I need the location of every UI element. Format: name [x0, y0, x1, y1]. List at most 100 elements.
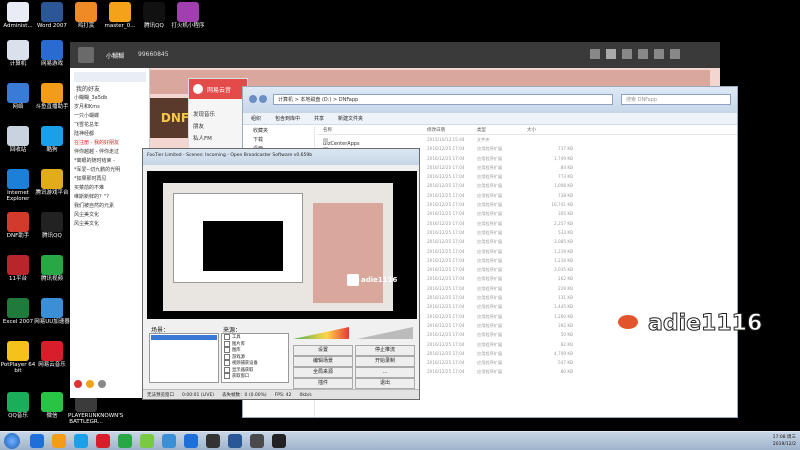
source-checkbox[interactable] [224, 353, 230, 360]
desktop-icon[interactable]: 网易UU加速器 [34, 298, 70, 325]
desktop-icon[interactable]: Excel 2007 [0, 298, 36, 325]
taskbar-app-button[interactable] [96, 434, 110, 448]
desktop-icon[interactable]: 腾讯QQ [136, 2, 172, 29]
qq-search-input[interactable] [74, 72, 146, 82]
edit-scene-button[interactable]: 编辑场景 [293, 356, 353, 367]
plugins-button[interactable]: 插件 [293, 378, 353, 389]
explorer-column-header[interactable]: 名称 [323, 127, 332, 133]
emoji-icon[interactable] [86, 380, 94, 388]
search-input[interactable]: 搜索 DNFapp [621, 94, 731, 105]
home-icon[interactable] [78, 47, 94, 63]
desktop-icon[interactable]: 微信 [34, 392, 70, 419]
qq-friend-item[interactable]: 在注册 - 我的好朋友 [74, 139, 149, 148]
scenes-list[interactable] [149, 333, 219, 383]
desktop-icon[interactable]: Internet Explorer [0, 169, 36, 202]
qq-friend-item[interactable]: 小糊糊_3a5db [74, 94, 149, 103]
qq-friend-item[interactable]: *军爱--切九鹏的光明 [74, 166, 149, 175]
exit-button[interactable]: 退出 [355, 378, 415, 389]
explorer-column-header[interactable]: 大小 [527, 127, 536, 133]
source-checkbox[interactable] [224, 340, 230, 347]
desktop-icon[interactable]: 回收站 [0, 126, 36, 153]
desktop-icon[interactable]: 斗鱼直播助手 [34, 83, 70, 110]
qq-group-header[interactable]: 我的好友 [76, 84, 100, 93]
source-checkbox[interactable] [224, 347, 230, 354]
stop-preview-button[interactable]: 停止推流 [355, 345, 415, 356]
forward-icon[interactable] [259, 95, 267, 103]
explorer-column-header[interactable]: 类型 [477, 127, 486, 133]
gamepad-icon[interactable] [622, 49, 632, 59]
desktop-icon[interactable]: 打火机小程序 [170, 2, 206, 29]
qq-friend-item[interactable]: 我们被自然的元素 [74, 202, 149, 211]
source-item[interactable]: 获取窗口 [222, 373, 288, 380]
desktop-icon[interactable]: 网易云音乐 [34, 341, 70, 368]
qq-friend-item[interactable]: 买菜前的不难 [74, 184, 149, 193]
explorer-toolbar-button[interactable]: 包含到库中 [275, 115, 300, 122]
qq-friend-item[interactable]: 一只小蝴蝶 [74, 112, 149, 121]
qq-friend-item[interactable]: 陆神经都 [74, 130, 149, 139]
explorer-nav-item[interactable]: 下载 [243, 136, 314, 145]
desktop-icon[interactable]: Administ... [0, 2, 36, 29]
explorer-column-header[interactable]: 修改日期 [427, 127, 445, 133]
source-checkbox[interactable] [224, 366, 230, 373]
forward-icon[interactable] [590, 49, 600, 59]
source-checkbox[interactable] [224, 360, 230, 367]
source-checkbox[interactable] [224, 334, 230, 341]
qq-friend-item[interactable]: 伴你越越 - 伴你走过 [74, 148, 149, 157]
global-sources-button[interactable]: 全局来源 [293, 367, 353, 378]
desktop-icon[interactable]: PotPlayer 64 bit [0, 341, 36, 374]
netease-menu-item[interactable]: 发现音乐 [193, 109, 247, 121]
netease-menu-item[interactable]: 朋友 [193, 121, 247, 133]
qq-friend-item[interactable]: 维斯新鲜的？"? [74, 193, 149, 202]
desktop-icon[interactable]: 鸡打赏 [68, 2, 104, 29]
desktop-icon[interactable]: Word 2007 [34, 2, 70, 29]
desktop-icon[interactable]: 腾讯QQ [34, 212, 70, 239]
taskbar-app-button[interactable] [206, 434, 220, 448]
taskbar-app-button[interactable] [228, 434, 242, 448]
desktop-icon[interactable]: 酷狗 [34, 126, 70, 153]
desktop-icon[interactable]: QQ音乐 [0, 392, 36, 419]
gamepad-icon[interactable] [638, 49, 648, 59]
desktop-icon[interactable]: 腾讯游戏平台 [34, 169, 70, 196]
qq-friend-item[interactable]: 飞雪花总年 [74, 121, 149, 130]
scene-item-selected[interactable] [151, 335, 217, 340]
qq-friend-item[interactable]: *离眼的随时结束 - [74, 157, 149, 166]
taskbar-app-button[interactable] [30, 434, 44, 448]
close-icon[interactable] [670, 49, 680, 59]
taskbar-app-button[interactable] [272, 434, 286, 448]
start-record-button[interactable]: 开始录制 [355, 356, 415, 367]
taskbar-app-button[interactable] [74, 434, 88, 448]
taskbar-app-button[interactable] [140, 434, 154, 448]
back-icon[interactable] [249, 95, 257, 103]
desktop-icon[interactable]: 11平台 [0, 255, 36, 282]
qq-friend-item[interactable]: *如果那时再见 [74, 175, 149, 184]
explorer-toolbar-button[interactable]: 共享 [314, 115, 324, 122]
taskbar-app-button[interactable] [162, 434, 176, 448]
address-bar[interactable]: 计算机 > 本地磁盘 (D:) > DNFapp [273, 94, 613, 105]
netease-menu-item[interactable]: 私人FM [193, 133, 247, 145]
desktop-icon[interactable]: 网易游戏 [34, 40, 70, 67]
taskbar-app-button[interactable] [52, 434, 66, 448]
home-icon[interactable] [606, 49, 616, 59]
taskbar-app-button[interactable] [250, 434, 264, 448]
taskbar-app-button[interactable] [118, 434, 132, 448]
qq-friend-item[interactable]: 风尘美文化 [74, 211, 149, 220]
explorer-toolbar-button[interactable]: 新建文件夹 [338, 115, 363, 122]
grid-icon[interactable] [98, 380, 106, 388]
desktop-icon[interactable]: 计算机 [0, 40, 36, 67]
source-checkbox[interactable] [224, 373, 230, 380]
start-button[interactable] [4, 433, 20, 449]
desktop-icon[interactable]: 网络 [0, 83, 36, 110]
heart-icon[interactable] [74, 380, 82, 388]
qq-friend-item[interactable]: 岁月和Kms [74, 103, 149, 112]
minimize-icon[interactable] [654, 49, 664, 59]
desktop-icon[interactable]: 腾讯视频 [34, 255, 70, 282]
explorer-toolbar-button[interactable]: 组织 [251, 115, 261, 122]
settings-button[interactable]: 设置 [293, 345, 353, 356]
qq-friend-item[interactable]: 风尘美文化 [74, 220, 149, 229]
explorer-nav-item[interactable]: 收藏夹 [243, 127, 314, 136]
hotkeys-button[interactable]: ... [355, 367, 415, 378]
mic-volume-meter[interactable] [293, 327, 349, 339]
system-clock[interactable]: 17:08 周三 2019/12/2 [748, 434, 796, 449]
desktop-icon[interactable]: master_0... [102, 2, 138, 29]
desktop-icon[interactable]: DNF助手 [0, 212, 36, 239]
